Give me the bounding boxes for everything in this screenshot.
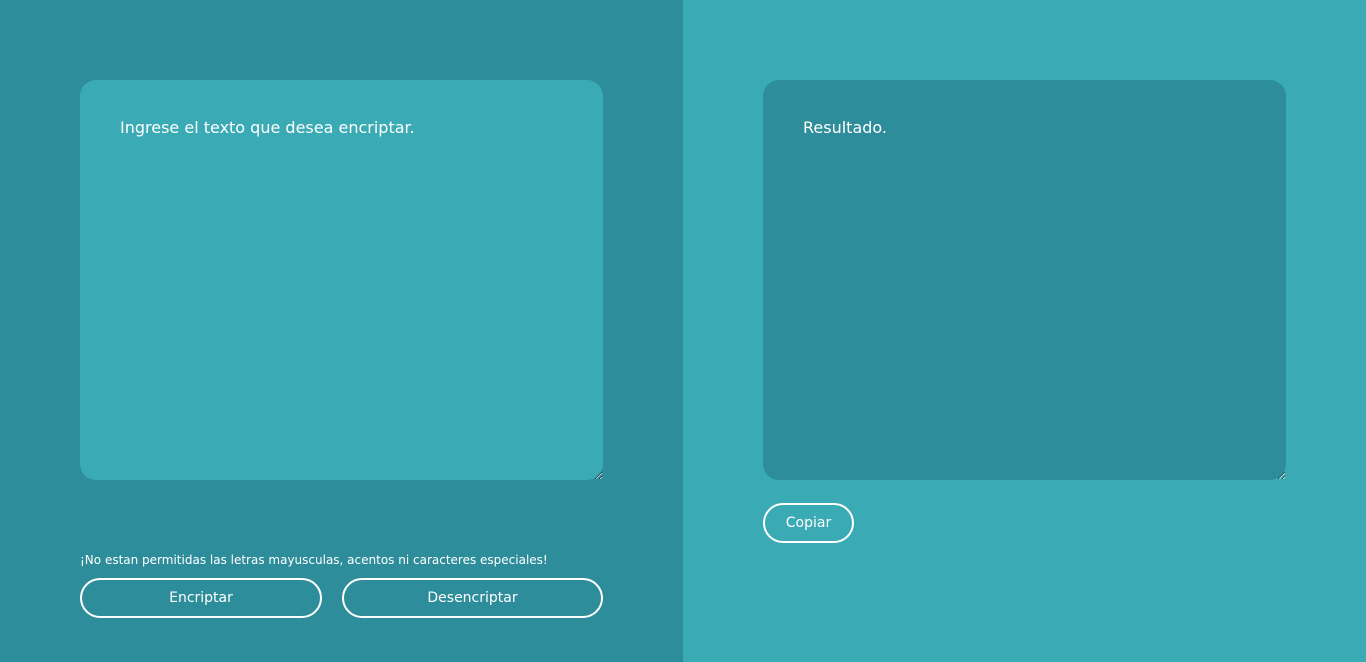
input-textarea[interactable] (80, 80, 603, 480)
warning-text: ¡No estan permitidas las letras mayuscul… (80, 553, 548, 567)
encrypt-button[interactable]: Encriptar (80, 578, 322, 618)
decrypt-button[interactable]: Desencriptar (342, 578, 603, 618)
output-panel: Copiar (683, 0, 1366, 662)
output-textarea[interactable] (763, 80, 1286, 480)
input-panel: ¡No estan permitidas las letras mayuscul… (0, 0, 683, 662)
copy-button[interactable]: Copiar (763, 503, 854, 543)
